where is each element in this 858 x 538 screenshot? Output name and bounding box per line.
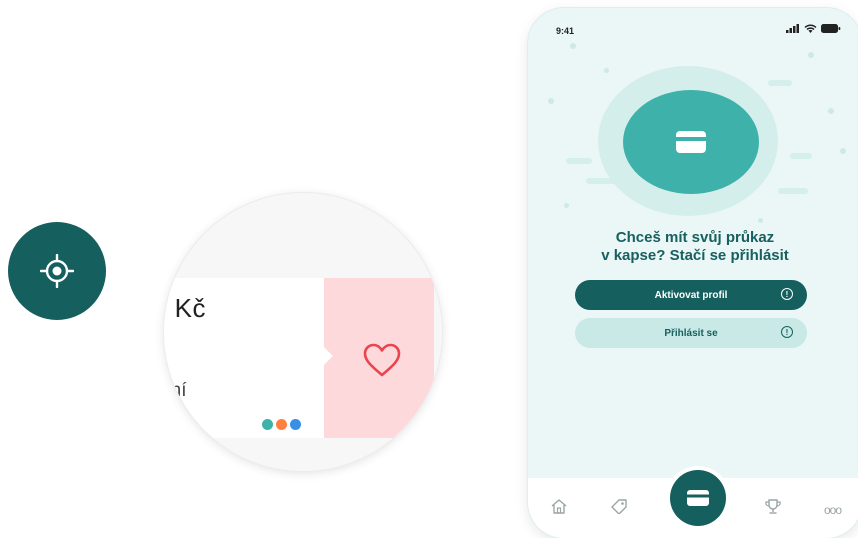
decor-dot bbox=[548, 98, 554, 104]
trophy-icon[interactable] bbox=[764, 498, 782, 515]
headline: Chceš mít svůj průkaz v kapse? Stačí se … bbox=[528, 229, 858, 265]
decor-dot bbox=[840, 148, 846, 154]
tag-icon[interactable] bbox=[610, 498, 628, 514]
info-icon[interactable]: ! bbox=[781, 288, 793, 300]
login-label: Přihlásit se bbox=[664, 327, 718, 339]
heart-icon[interactable] bbox=[362, 343, 402, 379]
status-icons bbox=[786, 24, 841, 33]
locate-button[interactable] bbox=[8, 222, 106, 320]
status-time: 9:41 bbox=[556, 26, 575, 36]
decor-dot bbox=[604, 68, 609, 73]
card-icon bbox=[676, 131, 706, 153]
locate-icon bbox=[40, 254, 74, 288]
dot-blue bbox=[290, 419, 301, 430]
decor-dot bbox=[808, 52, 814, 58]
card-icon bbox=[687, 490, 709, 506]
dot-orange bbox=[276, 419, 287, 430]
login-button[interactable]: Přihlásit se ! bbox=[575, 318, 807, 348]
signal-icon bbox=[786, 24, 799, 33]
decor-dot bbox=[758, 218, 763, 223]
decor-dot bbox=[564, 203, 569, 208]
decor-dash bbox=[778, 188, 808, 194]
decor-dash bbox=[768, 80, 792, 86]
phone-screen: 9:41 Chceš mít svůj průkaz v kapse? Stač… bbox=[528, 8, 858, 538]
more-icon[interactable]: ooo bbox=[824, 503, 842, 517]
wifi-icon bbox=[804, 24, 817, 33]
decor-dash bbox=[790, 153, 812, 159]
battery-icon bbox=[821, 24, 841, 33]
card-tab-button[interactable] bbox=[670, 470, 726, 526]
color-dots bbox=[262, 419, 301, 430]
headline-line-2: v kapse? Stačí se přihlásit bbox=[601, 247, 789, 264]
home-icon[interactable] bbox=[550, 498, 568, 514]
card-label: ezení bbox=[164, 380, 187, 401]
headline-line-1: Chceš mít svůj průkaz bbox=[615, 229, 775, 246]
price-text: 9 Kč bbox=[164, 293, 207, 323]
dot-teal bbox=[262, 419, 273, 430]
decor-dash bbox=[566, 158, 592, 164]
magnifier-zoom: 9 Kč ezení bbox=[164, 193, 442, 471]
hero-badge bbox=[623, 90, 759, 194]
activate-profile-button[interactable]: Aktivovat profil ! bbox=[575, 280, 807, 310]
decor-dot bbox=[828, 108, 834, 114]
info-icon[interactable]: ! bbox=[781, 326, 793, 338]
decor-dot bbox=[570, 43, 576, 49]
activate-profile-label: Aktivovat profil bbox=[654, 289, 728, 301]
